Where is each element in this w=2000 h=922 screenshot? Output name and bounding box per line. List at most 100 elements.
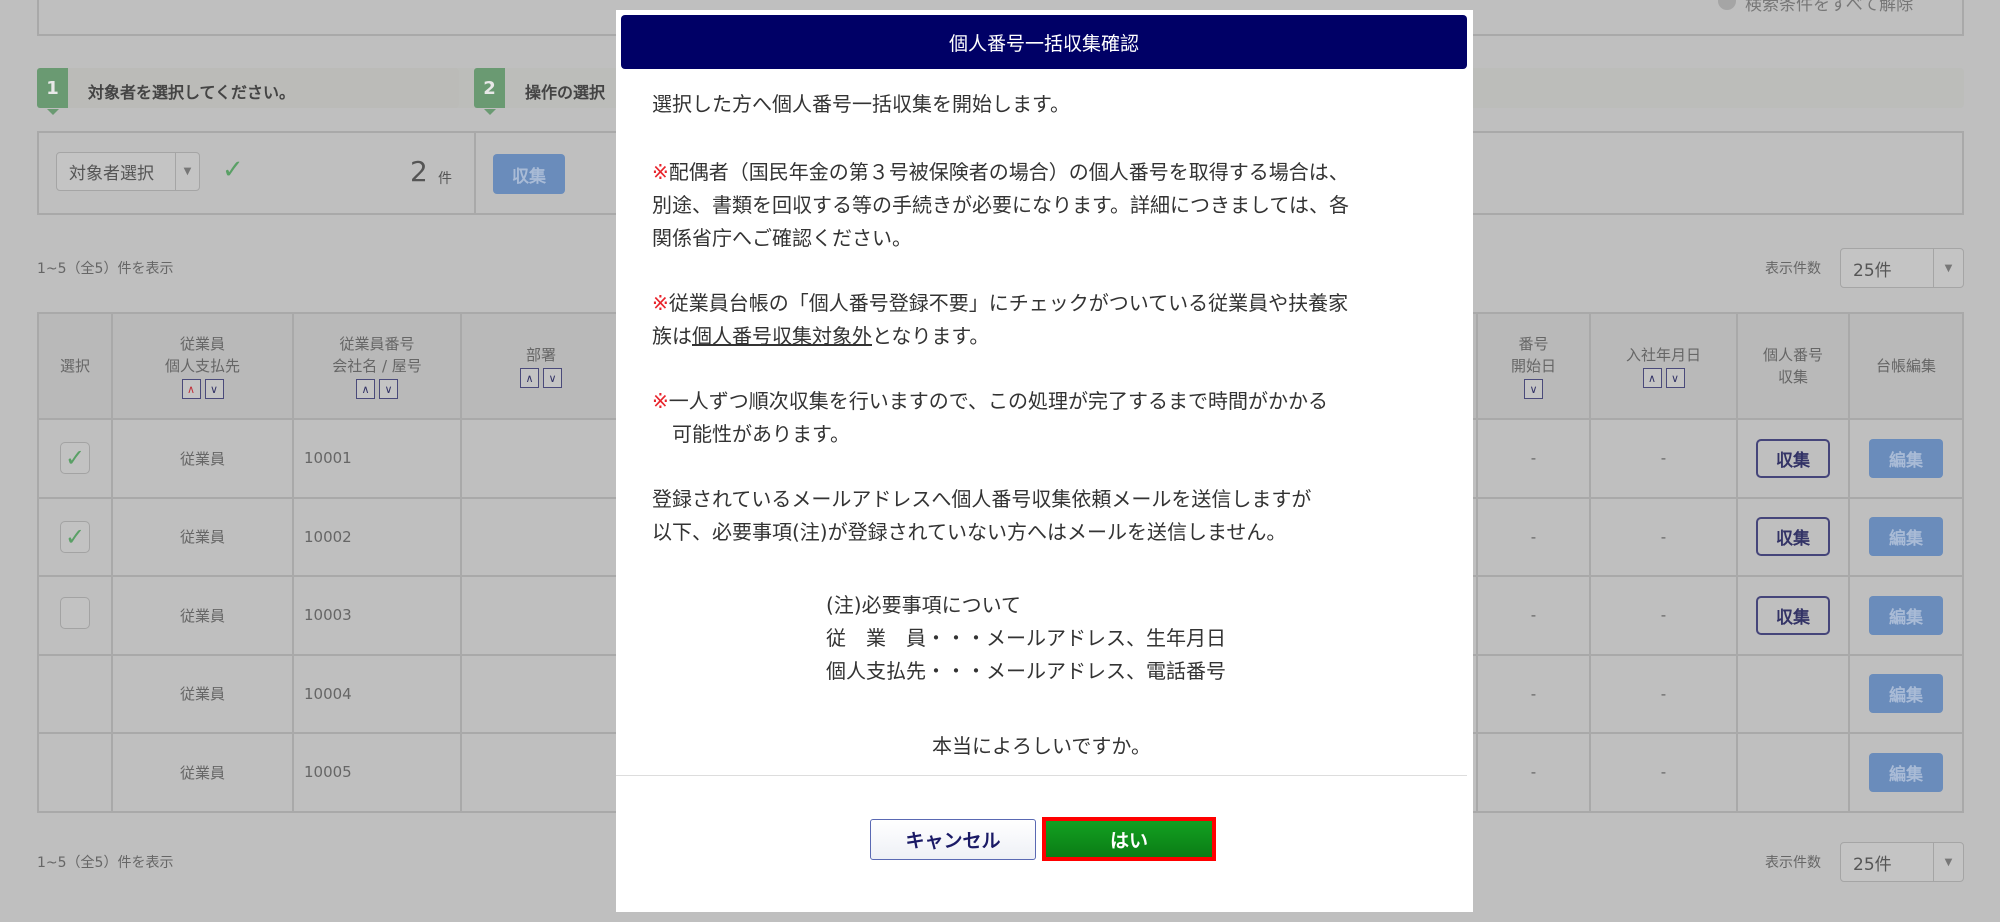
- cell-select: ✓: [37, 496, 113, 577]
- cell-select: [37, 653, 113, 734]
- sort-asc-icon[interactable]: ∧: [356, 379, 375, 400]
- clear-conditions-link[interactable]: 検索条件をすべて解除: [1745, 0, 1913, 15]
- chevron-down-icon: ▼: [1933, 249, 1963, 287]
- col-type-line2: 個人支払先: [164, 356, 240, 375]
- col-mynumber-line1: 個人番号: [1762, 346, 1823, 364]
- confirm-dialog: 個人番号一括収集確認 選択した方へ個人番号一括収集を開始します。 ※配偶者（国民…: [616, 10, 1473, 912]
- cell-collect: 収集: [1736, 418, 1850, 499]
- col-joined: 入社年月日 ∧ ∨: [1589, 312, 1738, 420]
- sort-asc-icon[interactable]: ∧: [1642, 368, 1662, 389]
- row-collect-button[interactable]: 収集: [1756, 438, 1830, 478]
- cell-start: -: [1476, 496, 1591, 577]
- sort-desc-icon[interactable]: ∨: [543, 368, 562, 389]
- row-checkbox[interactable]: ✓: [60, 442, 90, 475]
- row-edit-button[interactable]: 編集: [1869, 517, 1943, 557]
- cell-joined: -: [1589, 575, 1738, 656]
- cell-joined: -: [1589, 418, 1738, 499]
- cell-edit: 編集: [1848, 732, 1964, 813]
- col-mynumber: 個人番号 収集: [1736, 312, 1850, 420]
- cell-number: 10002: [292, 496, 462, 577]
- cell-collect: 収集: [1736, 496, 1850, 577]
- text: 従業員台帳の「個人番号登録不要」にチェックがついている従業員や扶養家: [668, 291, 1349, 315]
- row-checkbox[interactable]: [60, 597, 90, 630]
- cell-number: 10005: [292, 732, 462, 813]
- col-edit: 台帳編集: [1848, 312, 1964, 420]
- selected-count-unit: 件: [438, 171, 452, 187]
- sort-desc-icon[interactable]: ∨: [379, 379, 398, 400]
- dialog-p3-line1: ※従業員台帳の「個人番号登録不要」にチェックがついている従業員や扶養家: [652, 287, 1348, 316]
- text: となります。: [872, 324, 990, 348]
- dialog-p2-line3: 関係省庁へご確認ください。: [652, 226, 912, 250]
- cell-start: -: [1476, 418, 1591, 499]
- yes-button[interactable]: はい: [1046, 821, 1212, 857]
- row-checkbox[interactable]: ✓: [60, 520, 90, 553]
- col-number-line2: 会社名 / 屋号: [332, 356, 422, 375]
- cell-edit: 編集: [1848, 496, 1964, 577]
- col-joined-label: 入社年月日: [1625, 345, 1701, 364]
- range-text-top: 1~5（全5）件を表示: [37, 261, 174, 277]
- step-2-badge: 2: [474, 68, 505, 115]
- sort-asc-icon[interactable]: ∧: [181, 379, 201, 400]
- cell-dept: [460, 653, 622, 734]
- row-edit-button[interactable]: 編集: [1869, 752, 1943, 792]
- per-page-label-top: 表示件数: [1765, 261, 1821, 277]
- cell-joined: -: [1589, 496, 1738, 577]
- dialog-p5-line2: 以下、必要事項(注)が登録されていない方へはメールを送信しません。: [652, 520, 1287, 544]
- cell-select: ✓: [37, 418, 113, 499]
- cell-dept: [460, 575, 622, 656]
- chevron-down-icon: ▼: [175, 153, 199, 190]
- row-collect-button[interactable]: 収集: [1756, 595, 1830, 635]
- sort-asc-icon[interactable]: ∧: [520, 368, 539, 389]
- cell-number: 10001: [292, 418, 462, 499]
- collect-button[interactable]: 収集: [493, 154, 565, 194]
- per-page-select-top[interactable]: 25件 ▼: [1840, 248, 1964, 288]
- cell-dept: [460, 732, 622, 813]
- sort-desc-icon[interactable]: ∨: [1524, 379, 1543, 400]
- dialog-p4-line2: 可能性があります。: [652, 422, 850, 446]
- cell-type: 従業員: [111, 418, 294, 499]
- cell-type: 従業員: [111, 575, 294, 656]
- col-type: 従業員個人支払先 ∧ ∨: [111, 312, 294, 420]
- col-type-line1: 従業員: [179, 334, 225, 353]
- sort-desc-icon[interactable]: ∨: [204, 379, 224, 400]
- col-number-line1: 従業員番号: [339, 334, 415, 353]
- cell-edit: 編集: [1848, 418, 1964, 499]
- yes-button-highlight: はい: [1042, 817, 1216, 861]
- row-collect-button[interactable]: 収集: [1756, 517, 1830, 557]
- cell-edit: 編集: [1848, 653, 1964, 734]
- col-mynumber-line2: 収集: [1777, 368, 1808, 386]
- note-mark: ※: [652, 160, 669, 184]
- row-edit-button[interactable]: 編集: [1869, 674, 1943, 714]
- per-page-value: 25件: [1853, 854, 1892, 875]
- dialog-p5-line1: 登録されているメールアドレスへ個人番号収集依頼メールを送信しますが: [652, 487, 1312, 511]
- row-edit-button[interactable]: 編集: [1869, 595, 1943, 635]
- selected-count: 2: [410, 155, 428, 188]
- cell-start: -: [1476, 653, 1591, 734]
- per-page-value: 25件: [1853, 260, 1892, 281]
- cell-joined: -: [1589, 653, 1738, 734]
- cancel-button[interactable]: キャンセル: [870, 819, 1036, 860]
- cell-start: -: [1476, 575, 1591, 656]
- dialog-p3-line2: 族は個人番号収集対象外となります。: [652, 320, 989, 349]
- dialog-p2-line2: 別途、書類を回収する等の手続きが必要になります。詳細につきましては、各: [652, 193, 1349, 217]
- cell-type: 従業員: [111, 496, 294, 577]
- row-edit-button[interactable]: 編集: [1869, 438, 1943, 478]
- col-start-line1: 番号: [1518, 334, 1549, 353]
- cell-dept: [460, 496, 622, 577]
- cell-type: 従業員: [111, 653, 294, 734]
- sort-desc-icon[interactable]: ∨: [1665, 368, 1685, 389]
- per-page-label-bottom: 表示件数: [1765, 855, 1821, 871]
- range-text-bottom: 1~5（全5）件を表示: [37, 855, 174, 871]
- dialog-note-title: (注)必要事項について: [826, 593, 1022, 617]
- cell-type: 従業員: [111, 732, 294, 813]
- cell-start: -: [1476, 732, 1591, 813]
- dialog-note-payee: 個人支払先・・・メールアドレス、電話番号: [826, 659, 1226, 683]
- cell-edit: 編集: [1848, 575, 1964, 656]
- dialog-confirm-question: 本当によろしいですか。: [932, 734, 1151, 758]
- col-number: 従業員番号会社名 / 屋号 ∧ ∨: [292, 312, 462, 420]
- target-select[interactable]: 対象者選択 ▼: [56, 152, 200, 191]
- note-mark: ※: [652, 291, 669, 315]
- target-select-value: 対象者選択: [69, 164, 154, 184]
- cell-number: 10003: [292, 575, 462, 656]
- per-page-select-bottom[interactable]: 25件 ▼: [1840, 842, 1964, 882]
